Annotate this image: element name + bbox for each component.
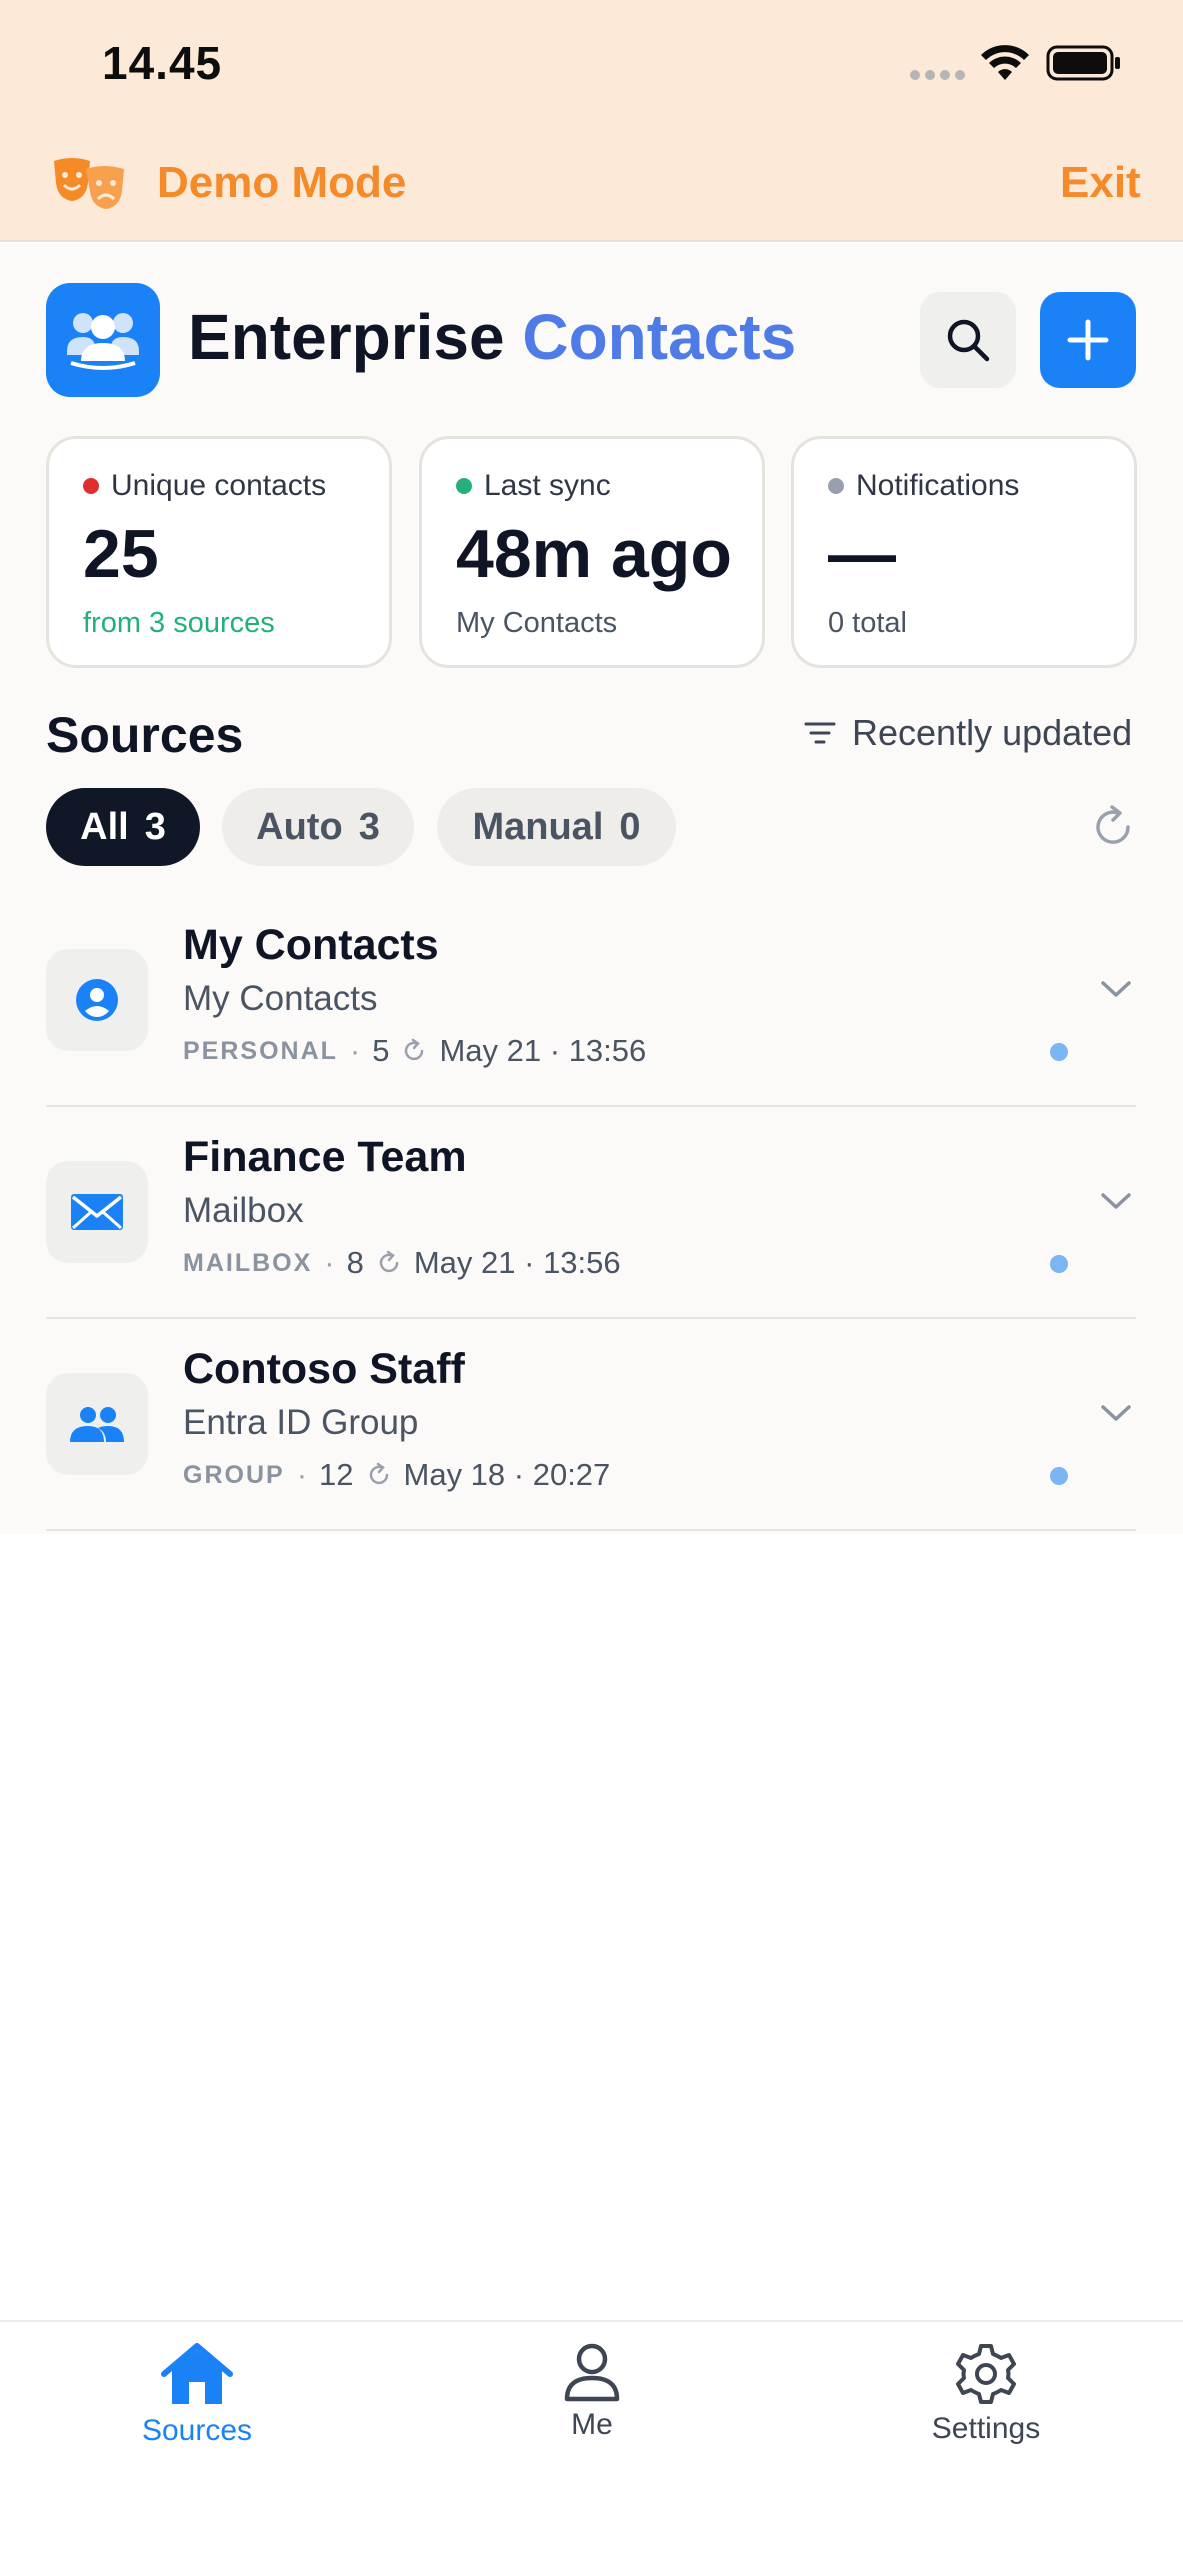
source-icon-container <box>46 949 148 1051</box>
source-type: Mailbox <box>183 1191 304 1230</box>
sort-button[interactable]: Recently updated <box>804 712 1132 754</box>
tab-settings[interactable]: Settings <box>866 2342 1106 2446</box>
source-row-finance-team[interactable]: Finance Team Mailbox MAILBOX · 8 May 21 … <box>46 1107 1136 1319</box>
people-icon <box>70 1407 124 1442</box>
filter-chip-label: All <box>80 805 129 848</box>
gear-icon <box>956 2344 1016 2404</box>
search-button[interactable] <box>920 292 1016 388</box>
status-dot-green <box>456 478 472 494</box>
exit-demo-button[interactable]: Exit <box>1060 158 1141 208</box>
source-meta: PERSONAL · 5 May 21 · 13:56 <box>183 1033 646 1069</box>
source-icon-container <box>46 1161 148 1263</box>
app-title: Enterprise Contacts <box>188 300 796 374</box>
tab-label: Settings <box>931 2412 1041 2445</box>
source-type: My Contacts <box>183 979 378 1018</box>
unread-dot <box>1050 1043 1068 1061</box>
source-kind-badge: PERSONAL <box>183 1036 338 1065</box>
demo-mode-banner: 14.45 Demo Mode Exit <box>0 0 1183 242</box>
source-name: My Contacts <box>183 921 439 969</box>
source-kind-badge: MAILBOX <box>183 1248 313 1277</box>
source-type: Entra ID Group <box>183 1403 419 1442</box>
app-logo <box>46 283 160 397</box>
stat-value: 48m ago <box>456 516 732 592</box>
source-row-contoso-staff[interactable]: Contoso Staff Entra ID Group GROUP · 12 … <box>46 1319 1136 1531</box>
tab-label: Me <box>571 2408 613 2441</box>
source-contact-count: 5 <box>372 1033 390 1068</box>
stat-card-last-sync[interactable]: Last sync 48m ago My Contacts <box>419 436 765 668</box>
stat-card-unique-contacts[interactable]: Unique contacts 25 from 3 sources <box>46 436 392 668</box>
status-time: 14.45 <box>102 37 223 89</box>
search-icon <box>947 319 990 362</box>
source-meta: MAILBOX · 8 May 21 · 13:56 <box>183 1245 621 1281</box>
tab-me[interactable]: Me <box>472 2342 712 2442</box>
tab-sources[interactable]: Sources <box>77 2342 317 2448</box>
separator: · <box>349 1033 361 1068</box>
app-title-accent: Contacts <box>522 301 797 373</box>
source-sync-date: May 21 · 13:56 <box>439 1033 647 1068</box>
chevron-down-icon[interactable] <box>1100 1403 1132 1423</box>
sync-icon <box>379 1250 399 1273</box>
mail-icon <box>71 1194 123 1230</box>
status-dot-gray <box>828 478 844 494</box>
sources-section-title: Sources <box>46 707 244 763</box>
source-name: Contoso Staff <box>183 1345 465 1393</box>
source-sync-date: May 18 · 20:27 <box>403 1457 611 1492</box>
filter-chip-count: 3 <box>358 805 380 848</box>
separator: · <box>324 1245 335 1280</box>
unread-dot <box>1050 1255 1068 1273</box>
bottom-tab-bar: Sources Me Settings <box>0 2320 1183 2560</box>
source-row-my-contacts[interactable]: My Contacts My Contacts PERSONAL · 5 May… <box>46 895 1136 1107</box>
stat-label: Last sync <box>484 469 611 502</box>
person-circle-icon <box>76 979 118 1021</box>
stat-label: Unique contacts <box>111 469 327 502</box>
status-dot-red <box>83 478 99 494</box>
sort-label: Recently updated <box>852 712 1133 753</box>
theater-masks-icon <box>54 158 124 209</box>
chevron-down-icon[interactable] <box>1100 979 1132 999</box>
source-contact-count: 12 <box>319 1457 354 1492</box>
stat-subtext: from 3 sources <box>83 607 275 639</box>
filter-chip-count: 3 <box>144 805 166 848</box>
filter-chip-label: Auto <box>256 805 343 848</box>
stat-label-row: Notifications <box>828 469 1019 503</box>
filter-chip-all[interactable]: All 3 <box>46 788 200 866</box>
sort-lines-icon <box>804 722 836 744</box>
add-source-button[interactable] <box>1040 292 1136 388</box>
plus-icon <box>1067 319 1109 361</box>
person-icon <box>564 2343 620 2402</box>
stat-value: 25 <box>83 516 159 592</box>
source-sync-date: May 21 · 13:56 <box>413 1245 621 1280</box>
demo-mode-label: Demo Mode <box>157 158 407 207</box>
app-title-primary: Enterprise <box>188 301 505 373</box>
cellular-signal-icon <box>910 70 965 80</box>
chevron-down-icon[interactable] <box>1100 1191 1132 1211</box>
source-icon-container <box>46 1373 148 1475</box>
battery-icon <box>1046 45 1120 81</box>
refresh-icon[interactable] <box>1088 802 1138 852</box>
stat-value: — <box>828 516 896 592</box>
home-icon <box>161 2343 233 2404</box>
filter-chip-manual[interactable]: Manual 0 <box>437 788 676 866</box>
filter-chip-auto[interactable]: Auto 3 <box>222 788 414 866</box>
unread-dot <box>1050 1467 1068 1485</box>
stat-subtext: 0 total <box>828 607 907 639</box>
tab-label: Sources <box>141 2414 253 2447</box>
filter-chip-count: 0 <box>619 805 641 848</box>
stat-label-row: Last sync <box>456 469 611 503</box>
stat-subtext: My Contacts <box>456 607 618 639</box>
source-kind-badge: GROUP <box>183 1460 285 1489</box>
stat-label: Notifications <box>856 469 1020 502</box>
stat-label-row: Unique contacts <box>83 469 326 503</box>
stat-card-notifications[interactable]: Notifications — 0 total <box>791 436 1137 668</box>
filter-chip-label: Manual <box>472 805 604 848</box>
contacts-logo-icon <box>67 313 139 370</box>
sync-icon <box>369 1462 388 1485</box>
source-meta: GROUP · 12 May 18 · 20:27 <box>183 1457 610 1493</box>
source-contact-count: 8 <box>346 1245 364 1280</box>
source-name: Finance Team <box>183 1133 467 1181</box>
separator: · <box>296 1457 308 1492</box>
sync-icon <box>405 1038 424 1061</box>
wifi-icon <box>981 45 1029 80</box>
